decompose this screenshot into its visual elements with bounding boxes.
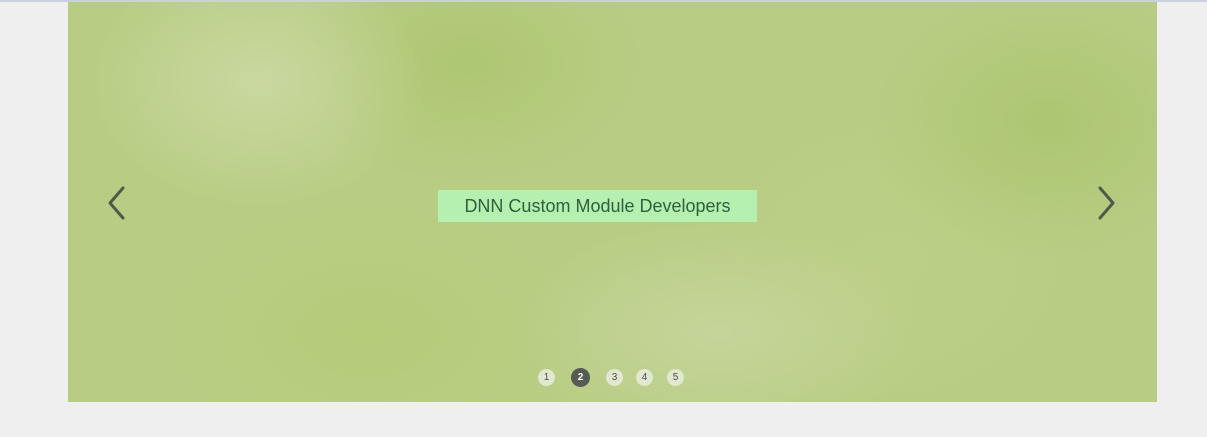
image-slider: DNN Custom Module Developers 1 2 3 4 5: [68, 2, 1157, 402]
pager-dot-5[interactable]: 5: [667, 369, 684, 386]
next-slide-button[interactable]: [1085, 183, 1125, 223]
pager-dot-3[interactable]: 3: [606, 369, 623, 386]
previous-slide-button[interactable]: [98, 183, 138, 223]
chevron-right-icon: [1098, 186, 1115, 220]
pager-dot-2-active[interactable]: 2: [571, 368, 590, 387]
pager-dot-4[interactable]: 4: [636, 369, 653, 386]
chevron-left-icon: [108, 186, 125, 220]
pager-dot-1[interactable]: 1: [538, 369, 555, 386]
slide-caption: DNN Custom Module Developers: [438, 190, 757, 222]
